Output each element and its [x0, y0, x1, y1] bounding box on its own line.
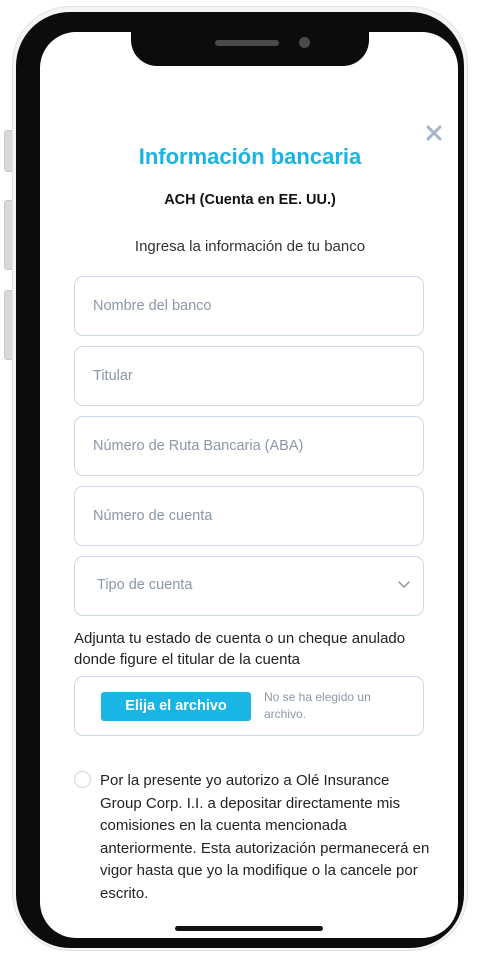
holder-field	[74, 346, 424, 406]
file-status-text: No se ha elegido un archivo.	[264, 690, 371, 721]
bank-name-input[interactable]	[93, 277, 393, 335]
phone-notch	[131, 20, 369, 66]
holder-input[interactable]	[93, 347, 393, 405]
account-number-field	[74, 486, 424, 546]
account-number-input[interactable]	[93, 487, 393, 545]
account-type-label: Tipo de cuenta	[97, 577, 193, 593]
routing-number-field	[74, 416, 424, 476]
choose-file-button[interactable]: Elija el archivo	[101, 692, 251, 721]
front-camera	[299, 37, 310, 48]
form-instruction: Ingresa la información de tu banco	[134, 238, 366, 255]
bank-name-field	[74, 276, 424, 336]
speaker-grille	[215, 40, 279, 46]
attach-instruction: Adjunta tu estado de cuenta o un cheque …	[74, 630, 406, 668]
close-icon[interactable]	[422, 120, 446, 146]
routing-number-input[interactable]	[93, 417, 393, 475]
modal-subtitle: ACH (Cuenta en EE. UU.)	[164, 192, 336, 208]
consent-text: Por la presente yo autorizo a Olé Insura…	[100, 772, 430, 902]
file-upload-field: Elija el archivo No se ha elegido un arc…	[74, 676, 424, 736]
consent-radio[interactable]	[74, 771, 91, 788]
chevron-down-icon	[398, 581, 410, 588]
modal-title: Información bancaria	[138, 144, 362, 169]
home-indicator	[175, 926, 323, 931]
account-type-select[interactable]: Tipo de cuenta	[74, 556, 424, 616]
